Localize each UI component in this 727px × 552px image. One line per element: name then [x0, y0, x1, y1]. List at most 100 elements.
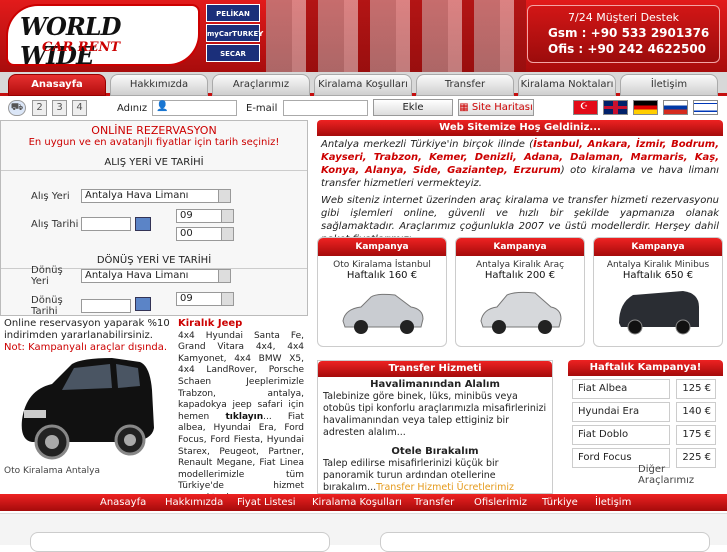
- bottom-area: [0, 513, 727, 552]
- tab-hakkimizda[interactable]: Hakkımızda: [110, 74, 208, 96]
- flag-ru-icon[interactable]: [663, 100, 688, 115]
- reservation-title: ONLİNE REZERVASYON: [91, 124, 217, 137]
- pickup-place-select[interactable]: Antalya Hava Limanı: [81, 189, 231, 203]
- promo-panel: Online reservasyon yaparak %10 indirimde…: [0, 316, 308, 503]
- transfer-panel: Transfer Hizmeti Havalimanından Alalım T…: [317, 360, 553, 494]
- return-date-input[interactable]: [81, 299, 131, 313]
- tab-kiralama-kosullari[interactable]: Kiralama Koşulları: [314, 74, 412, 96]
- sitemap-button[interactable]: ▦ Site Haritası: [458, 99, 534, 116]
- calendar-icon[interactable]: [135, 217, 151, 231]
- chevron-down-icon: [221, 210, 233, 222]
- reservation-panel: ONLİNE REZERVASYON En uygun ve en avatan…: [0, 120, 308, 317]
- flag-uk-icon[interactable]: [603, 100, 628, 115]
- footer-link-anasayfa[interactable]: Anasayfa: [100, 494, 146, 511]
- return-place-label: Dönüş Yeri: [31, 265, 63, 287]
- pickup-hour-select[interactable]: 09: [176, 209, 234, 223]
- support-title: 7/24 Müşteri Destek: [568, 11, 679, 24]
- return-hour-select[interactable]: 09: [176, 292, 234, 306]
- toolbar: ⛟ 2 3 4 Adınız 👤 E-mail Ekle ▦ Site Hari…: [0, 98, 727, 120]
- reservation-subtitle: En uygun ve en avatanjlı fiyatlar için t…: [28, 137, 280, 148]
- weekly-campaign: Haftalık Kampanya! Fiat Albea 125 € Hyund…: [568, 360, 723, 486]
- campaign-card[interactable]: Kampanya Antalya Kiralık Minibus Haftalı…: [593, 237, 723, 347]
- pickup-minute-select[interactable]: 00: [176, 227, 234, 241]
- footer-link-transfer[interactable]: Transfer: [414, 494, 454, 511]
- name-input[interactable]: 👤: [152, 100, 237, 116]
- chevron-down-icon: [218, 270, 230, 282]
- footer-nav: Anasayfa Hakkımızda Fiyat Listesi Kirala…: [0, 494, 727, 511]
- chevron-down-icon: [218, 190, 230, 202]
- weekly-row[interactable]: Fiat Albea 125 €: [572, 379, 719, 399]
- tab-araclarimiz[interactable]: Araçlarımız: [212, 74, 310, 96]
- gsm-line: Gsm : +90 533 2901376: [548, 26, 710, 40]
- campaign-card[interactable]: Kampanya Antalya Kiralık Araç Haftalık 2…: [455, 237, 585, 347]
- pickup-place-label: Alış Yeri: [31, 191, 70, 202]
- tab-iletisim[interactable]: İletişim: [620, 74, 718, 96]
- calendar-icon[interactable]: [135, 297, 151, 311]
- footer-link-kiralama-kosullari[interactable]: Kiralama Koşulları: [312, 494, 402, 511]
- logo[interactable]: WORLD WIDE CAR RENT: [8, 6, 198, 70]
- page-2[interactable]: 2: [32, 100, 47, 116]
- pickup-date-label: Alış Tarihi: [31, 219, 79, 230]
- email-label: E-mail: [246, 103, 278, 114]
- footer-link-turkiye[interactable]: Türkiye: [542, 494, 578, 511]
- flag-tr-icon[interactable]: ☪: [573, 100, 598, 115]
- bottom-box-left: [30, 532, 330, 552]
- jeep-car-image: [21, 358, 154, 460]
- transfer-prices-link[interactable]: Transfer Hizmeti Ücretlerimiz: [376, 482, 514, 493]
- transfer-heading-1: Havalimanından Alalım: [370, 379, 500, 390]
- pickup-date-input[interactable]: [81, 217, 131, 231]
- chevron-down-icon: [221, 293, 233, 305]
- name-label: Adınız: [117, 103, 148, 114]
- welcome-paragraph-1: Antalya merkezli Türkiye'in birçok ilind…: [321, 139, 719, 189]
- logo-subtext: CAR RENT: [42, 40, 121, 55]
- footer-link-ofislerimiz[interactable]: Ofislerimiz: [474, 494, 527, 511]
- sitemap-icon: ▦: [459, 102, 469, 113]
- pickup-section-title: ALIŞ YERİ VE TARİHİ: [1, 157, 307, 171]
- weekly-title: Haftalık Kampanya!: [568, 360, 723, 376]
- car-icon[interactable]: ⛟: [8, 100, 26, 116]
- transfer-title: Transfer Hizmeti: [318, 361, 552, 377]
- partner-secar[interactable]: SECAR: [206, 44, 260, 62]
- footer-link-iletisim[interactable]: İletişim: [595, 494, 631, 511]
- support-box: 7/24 Müşteri Destek Gsm : +90 533 290137…: [527, 5, 720, 63]
- chevron-down-icon: [221, 228, 233, 240]
- header-cars-image: [266, 0, 526, 72]
- page-4[interactable]: 4: [72, 100, 87, 116]
- email-input[interactable]: [283, 100, 368, 116]
- user-icon: 👤: [156, 101, 169, 112]
- campaign-cards: Kampanya Oto Kiralama İstanbul Haftalık …: [317, 237, 723, 350]
- flag-de-icon[interactable]: [633, 100, 658, 115]
- promo-text: Online reservasyon yaparak %10 indirimde…: [4, 318, 170, 353]
- campaign-card[interactable]: Kampanya Oto Kiralama İstanbul Haftalık …: [317, 237, 447, 347]
- tab-anasayfa[interactable]: Anasayfa: [8, 74, 106, 96]
- transfer-paragraph-1: Talebinize göre binek, lüks, minibüs vey…: [323, 391, 547, 438]
- car-image: [342, 293, 424, 334]
- promo-caption: Oto Kiralama Antalya: [4, 466, 101, 476]
- jeep-text: Kiralık Jeep 4x4 Hyundai Santa Fe, Grand…: [178, 318, 304, 503]
- welcome-title: Web Sitemize Hoş Geldiniz...: [317, 120, 723, 136]
- partner-pelikan[interactable]: PELİKAN: [206, 4, 260, 22]
- return-date-label: Dönüş Tarihi: [31, 295, 63, 317]
- weekly-row[interactable]: Hyundai Era 140 €: [572, 402, 719, 422]
- tab-kiralama-noktalari[interactable]: Kiralama Noktaları: [518, 74, 616, 96]
- footer-link-hakkimizda[interactable]: Hakkımızda: [165, 494, 223, 511]
- weekly-row[interactable]: Fiat Doblo 175 €: [572, 425, 719, 445]
- partner-mycarturkey[interactable]: myCarTURKEY: [206, 24, 263, 42]
- footer-link-fiyat-listesi[interactable]: Fiyat Listesi: [237, 494, 296, 511]
- header: WORLD WIDE CAR RENT PELİKAN myCarTURKEY …: [0, 0, 727, 72]
- page-3[interactable]: 3: [52, 100, 67, 116]
- bottom-box-right: [380, 532, 710, 552]
- transfer-heading-2: Otele Bırakalım: [391, 446, 479, 457]
- tab-transfer[interactable]: Transfer: [416, 74, 514, 96]
- jeep-link[interactable]: tıklayın: [225, 412, 263, 422]
- partner-logos: PELİKAN myCarTURKEY SECAR: [206, 4, 263, 64]
- main-nav: Anasayfa Hakkımızda Araçlarımız Kiralama…: [0, 72, 727, 96]
- flag-il-icon[interactable]: [693, 100, 718, 115]
- car-image: [480, 291, 562, 334]
- other-cars-link[interactable]: Diğer Araçlarımız: [638, 464, 723, 486]
- minibus-image: [619, 291, 699, 335]
- transfer-paragraph-2: Talep edilirse misafirlerinizi küçük bir…: [323, 458, 514, 493]
- return-place-select[interactable]: Antalya Hava Limanı: [81, 269, 231, 283]
- submit-button[interactable]: Ekle: [373, 99, 453, 116]
- ofis-line: Ofis : +90 242 4622500: [548, 42, 707, 56]
